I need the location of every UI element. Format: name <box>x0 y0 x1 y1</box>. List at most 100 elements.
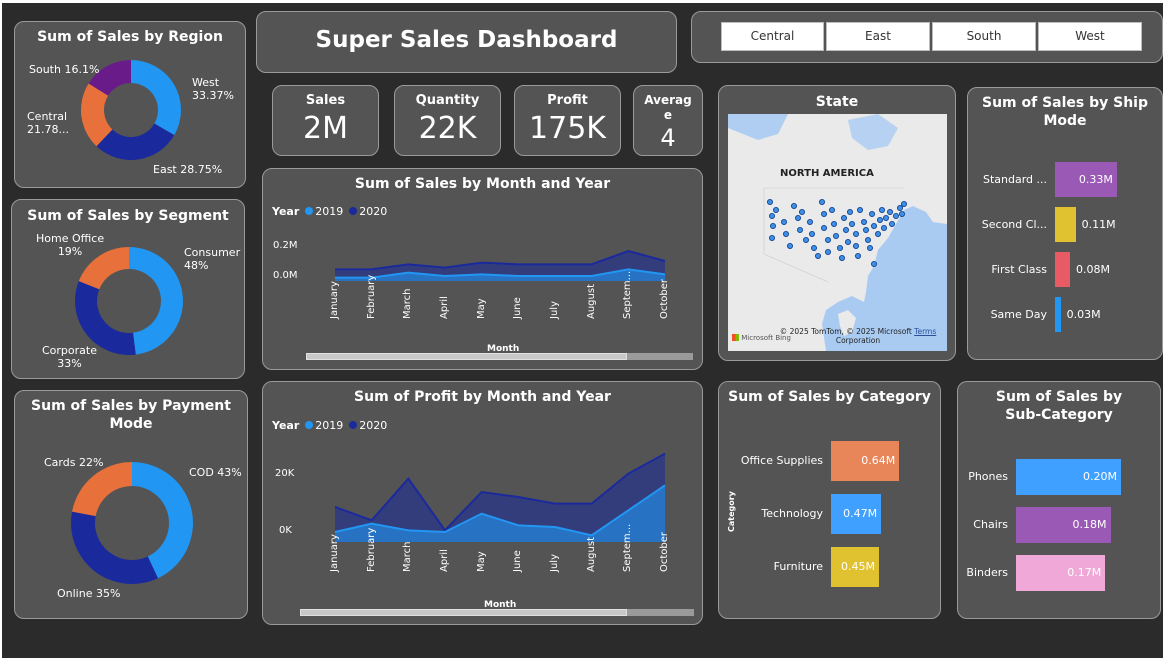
map-state-dot[interactable] <box>874 231 881 238</box>
kpi-profit-label: Profit <box>547 93 588 108</box>
map-state-dot[interactable] <box>833 233 840 240</box>
map-state-dot[interactable] <box>807 219 814 226</box>
bar-same-day[interactable] <box>1055 297 1061 332</box>
map-terms-link[interactable]: Terms <box>914 327 936 336</box>
bar-category-label: Phones <box>968 470 1008 483</box>
donut-slice-cards[interactable] <box>72 462 132 517</box>
slicer-button-south[interactable]: South <box>932 22 1036 51</box>
payment-donut-chart[interactable] <box>71 462 193 584</box>
bar-first-class[interactable] <box>1055 252 1070 287</box>
title-panel: Super Sales Dashboard <box>256 11 677 73</box>
sales-month-legend: Year 2019 2020 <box>272 205 387 218</box>
bar-category-label: Same Day <box>990 307 1047 321</box>
map-state-dot[interactable] <box>829 207 836 214</box>
sales-month-legend-2019[interactable]: 2019 <box>315 205 343 218</box>
donut-slice-online[interactable] <box>71 511 158 584</box>
map-state-dot[interactable] <box>853 231 860 238</box>
slicer-button-east[interactable]: East <box>826 22 930 51</box>
map-state-dot[interactable] <box>797 227 804 234</box>
sales-month-scrollbar[interactable] <box>306 353 693 360</box>
segment-donut-chart[interactable] <box>75 247 183 355</box>
map-state-dot[interactable] <box>868 211 875 218</box>
bar-second-cl[interactable] <box>1055 207 1076 242</box>
map-state-dot[interactable] <box>882 215 889 222</box>
sales-by-month-panel: Sum of Sales by Month and Year Year 2019 2… <box>262 168 703 370</box>
region-label-south: South 16.1% <box>29 63 100 76</box>
kpi-average-label: Averag e <box>644 93 692 122</box>
map-state-dot[interactable] <box>787 242 794 249</box>
kpi-sales-card: Sales 2M <box>272 85 379 156</box>
profit-month-legend-title: Year <box>272 419 300 432</box>
map-state-dot[interactable] <box>819 199 826 206</box>
profit-month-ytick-top: 20K <box>275 468 295 479</box>
map-state-dot[interactable] <box>896 205 903 212</box>
state-map-panel: State NORTH AMERICA © 2025 TomTom, © 202… <box>718 85 956 361</box>
map-state-dot[interactable] <box>876 217 883 224</box>
slicer-button-central[interactable]: Central <box>721 22 824 51</box>
donut-slice-consumer[interactable] <box>129 247 183 355</box>
map-state-dot[interactable] <box>839 254 846 261</box>
bar-value-label: 0.64M <box>861 454 896 467</box>
map-state-dot[interactable] <box>843 227 850 234</box>
map-state-dot[interactable] <box>770 223 777 230</box>
kpi-quantity-card: Quantity 22K <box>394 85 501 156</box>
map-state-dot[interactable] <box>781 219 788 226</box>
profit-month-legend-2020[interactable]: 2020 <box>359 419 387 432</box>
map-state-dot[interactable] <box>892 213 899 220</box>
map-state-dot[interactable] <box>860 219 867 226</box>
map-state-dot[interactable] <box>855 252 862 259</box>
map-state-markers[interactable] <box>728 114 947 351</box>
map-state-dot[interactable] <box>888 221 895 228</box>
map-state-dot[interactable] <box>886 209 893 216</box>
profit-month-scroll-thumb[interactable] <box>300 609 628 616</box>
profit-month-legend-2019[interactable]: 2019 <box>315 419 343 432</box>
map-state-dot[interactable] <box>898 211 905 218</box>
map-state-dot[interactable] <box>825 248 832 255</box>
map-state-dot[interactable] <box>815 252 822 259</box>
map-state-dot[interactable] <box>900 201 907 208</box>
map-state-dot[interactable] <box>849 221 856 228</box>
month-label: July <box>549 554 560 572</box>
map-state-dot[interactable] <box>870 223 877 230</box>
state-map[interactable]: NORTH AMERICA © 2025 TomTom, © 2025 Micr… <box>728 114 947 351</box>
map-state-dot[interactable] <box>795 215 802 222</box>
map-state-dot[interactable] <box>880 225 887 232</box>
sales-month-legend-2020[interactable]: 2020 <box>359 205 387 218</box>
map-state-dot[interactable] <box>862 227 869 234</box>
map-state-dot[interactable] <box>864 237 871 244</box>
bar-category-label: Binders <box>966 566 1008 579</box>
map-state-dot[interactable] <box>791 203 798 210</box>
map-state-dot[interactable] <box>825 237 832 244</box>
map-state-dot[interactable] <box>878 207 885 214</box>
map-state-dot[interactable] <box>866 244 873 251</box>
sales-month-scroll-thumb[interactable] <box>306 353 628 360</box>
month-label: January <box>329 281 340 319</box>
map-state-dot[interactable] <box>870 260 877 267</box>
slicer-button-west[interactable]: West <box>1038 22 1142 51</box>
map-state-dot[interactable] <box>837 244 844 251</box>
map-state-dot[interactable] <box>856 207 863 214</box>
profit-month-scrollbar[interactable] <box>300 609 694 616</box>
donut-slice-west[interactable] <box>131 60 181 136</box>
map-state-dot[interactable] <box>799 209 806 216</box>
kpi-sales-value: 2M <box>303 111 348 146</box>
map-state-dot[interactable] <box>821 225 828 232</box>
month-label: August <box>585 537 597 572</box>
map-state-dot[interactable] <box>853 242 860 249</box>
map-state-dot[interactable] <box>811 244 818 251</box>
map-state-dot[interactable] <box>847 209 854 216</box>
map-state-dot[interactable] <box>783 231 790 238</box>
map-state-dot[interactable] <box>831 221 838 228</box>
map-state-dot[interactable] <box>803 237 810 244</box>
map-state-dot[interactable] <box>809 231 816 238</box>
map-state-dot[interactable] <box>769 213 776 220</box>
map-state-dot[interactable] <box>845 239 852 246</box>
bar-value-label: 0.18M <box>1072 518 1107 531</box>
map-state-dot[interactable] <box>769 235 776 242</box>
map-state-dot[interactable] <box>841 215 848 222</box>
map-state-dot[interactable] <box>821 211 828 218</box>
map-state-dot[interactable] <box>767 199 774 206</box>
map-state-dot[interactable] <box>773 207 780 214</box>
bar-category-label: Second Cl... <box>981 217 1047 231</box>
payment-chart-title: Sum of Sales by Payment Mode <box>31 398 231 432</box>
